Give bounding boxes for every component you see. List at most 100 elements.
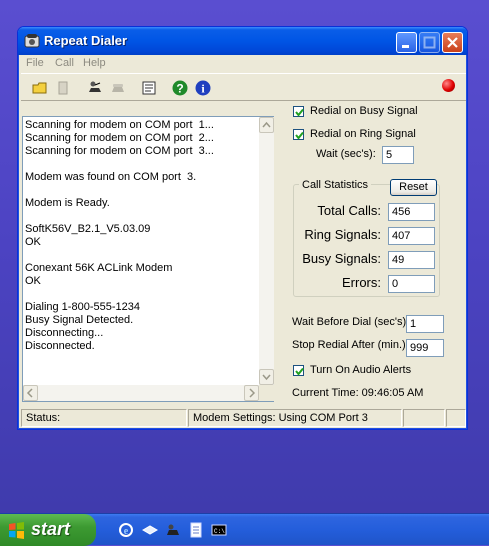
check-icon xyxy=(295,367,304,376)
redial-busy-label: Redial on Busy Signal xyxy=(310,105,418,117)
log-line: OK xyxy=(25,275,41,287)
maximize-button[interactable] xyxy=(419,32,440,53)
scroll-right-button[interactable] xyxy=(244,385,259,401)
menu-bar: File Call Help xyxy=(21,55,466,73)
busy-signals-label: Busy Signals: xyxy=(302,251,381,266)
log-line: Modem is Ready. xyxy=(25,197,110,209)
reset-button[interactable]: Reset xyxy=(390,179,437,196)
status-pane: Status: xyxy=(21,409,187,427)
dial-button[interactable] xyxy=(84,77,106,99)
help-button[interactable]: ? xyxy=(169,77,191,99)
svg-text:e: e xyxy=(124,526,129,537)
audio-alerts-checkbox[interactable] xyxy=(293,365,304,376)
check-icon xyxy=(295,131,304,140)
wait-before-dial-input[interactable]: 1 xyxy=(406,315,444,333)
outlook-express-icon[interactable] xyxy=(142,522,158,538)
audio-alerts-label: Turn On Audio Alerts xyxy=(310,364,412,376)
arrow-up-icon xyxy=(262,121,271,128)
open-log-button[interactable] xyxy=(29,77,51,99)
log-line: Dialing 1-800-555-1234 xyxy=(25,301,140,313)
errors-label: Errors: xyxy=(342,275,381,290)
log-line: Modem was found on COM port 3. xyxy=(25,171,197,183)
vertical-scrollbar[interactable] xyxy=(259,117,274,385)
folder-icon xyxy=(32,82,47,94)
log-line: Scanning for modem on COM port 2... xyxy=(25,132,214,144)
taskbar: start e C:\ xyxy=(0,513,489,546)
log-line: Busy Signal Detected. xyxy=(25,314,134,326)
log-line: Scanning for modem on COM port 3... xyxy=(25,145,214,157)
settings-button[interactable] xyxy=(138,77,160,99)
repeat-dialer-window: Repeat Dialer File Call Help ? i Scannin… xyxy=(17,26,468,430)
call-statistics-title: Call Statistics xyxy=(299,179,372,191)
modem-settings-pane: Modem Settings: Using COM Port 3 xyxy=(188,409,402,427)
window-title: Repeat Dialer xyxy=(44,33,128,48)
arrow-down-icon xyxy=(262,374,271,381)
menu-call[interactable]: Call xyxy=(55,57,74,69)
help-icon: ? xyxy=(172,80,188,96)
status-bar: Status: Modem Settings: Using COM Port 3 xyxy=(21,407,466,427)
phone-hangup-icon xyxy=(112,84,124,92)
phone-dialer-icon[interactable] xyxy=(165,522,181,538)
ring-signals-label: Ring Signals: xyxy=(304,227,381,242)
arrow-right-icon xyxy=(249,388,256,398)
scroll-left-button[interactable] xyxy=(23,385,38,401)
internet-explorer-icon[interactable]: e xyxy=(118,522,134,538)
maximize-icon xyxy=(423,36,436,49)
arrow-left-icon xyxy=(26,388,33,398)
log-output[interactable]: Scanning for modem on COM port 1... Scann… xyxy=(22,116,274,402)
menu-help[interactable]: Help xyxy=(83,57,106,69)
clear-icon xyxy=(58,81,68,95)
current-time: Current Time: 09:46:05 AM xyxy=(292,387,424,399)
toolbar: ? i xyxy=(21,73,466,101)
settings-sheet-icon xyxy=(142,81,156,95)
log-line: Conexant 56K ACLink Modem xyxy=(25,262,173,274)
stop-redial-input[interactable]: 999 xyxy=(406,339,444,357)
close-button[interactable] xyxy=(442,32,463,53)
phone-dial-icon xyxy=(89,81,101,92)
log-line: Disconnecting... xyxy=(25,327,104,339)
total-calls-value: 456 xyxy=(388,203,435,221)
phone-app-icon xyxy=(24,34,40,48)
menu-file[interactable]: File xyxy=(26,57,44,69)
status-pane-extra-2 xyxy=(446,409,466,427)
connection-status-indicator xyxy=(442,79,455,92)
minimize-icon xyxy=(402,45,409,48)
clear-log-button[interactable] xyxy=(52,77,74,99)
scroll-up-button[interactable] xyxy=(259,117,274,133)
stop-redial-label: Stop Redial After (min.): xyxy=(292,339,409,351)
windows-logo-icon xyxy=(9,522,24,539)
log-line: OK xyxy=(25,236,41,248)
scrollbar-corner xyxy=(259,385,274,401)
log-text: Scanning for modem on COM port 1... Scann… xyxy=(25,119,257,383)
total-calls-label: Total Calls: xyxy=(317,203,381,218)
start-label: start xyxy=(31,519,71,539)
status-pane-extra xyxy=(403,409,445,427)
minimize-button[interactable] xyxy=(396,32,417,53)
title-bar[interactable]: Repeat Dialer xyxy=(18,27,467,55)
svg-text:C:\: C:\ xyxy=(214,528,225,535)
redial-busy-checkbox[interactable] xyxy=(293,106,304,117)
command-prompt-icon[interactable]: C:\ xyxy=(211,522,227,538)
wait-seconds-input[interactable]: 5 xyxy=(382,146,414,164)
start-button[interactable]: start xyxy=(0,514,96,546)
hangup-button[interactable] xyxy=(107,77,129,99)
svg-text:?: ? xyxy=(176,82,183,96)
ring-signals-value: 407 xyxy=(388,227,435,245)
redial-ring-checkbox[interactable] xyxy=(293,129,304,140)
info-icon: i xyxy=(195,80,211,96)
horizontal-scrollbar[interactable] xyxy=(23,385,259,401)
notepad-icon[interactable] xyxy=(188,522,204,538)
check-icon xyxy=(295,108,304,117)
about-button[interactable]: i xyxy=(192,77,214,99)
busy-signals-value: 49 xyxy=(388,251,435,269)
close-icon xyxy=(447,37,458,48)
redial-ring-label: Redial on Ring Signal xyxy=(310,128,416,140)
log-line: Disconnected. xyxy=(25,340,95,352)
wait-before-dial-label: Wait Before Dial (sec's): xyxy=(292,316,410,328)
scroll-down-button[interactable] xyxy=(259,369,274,385)
